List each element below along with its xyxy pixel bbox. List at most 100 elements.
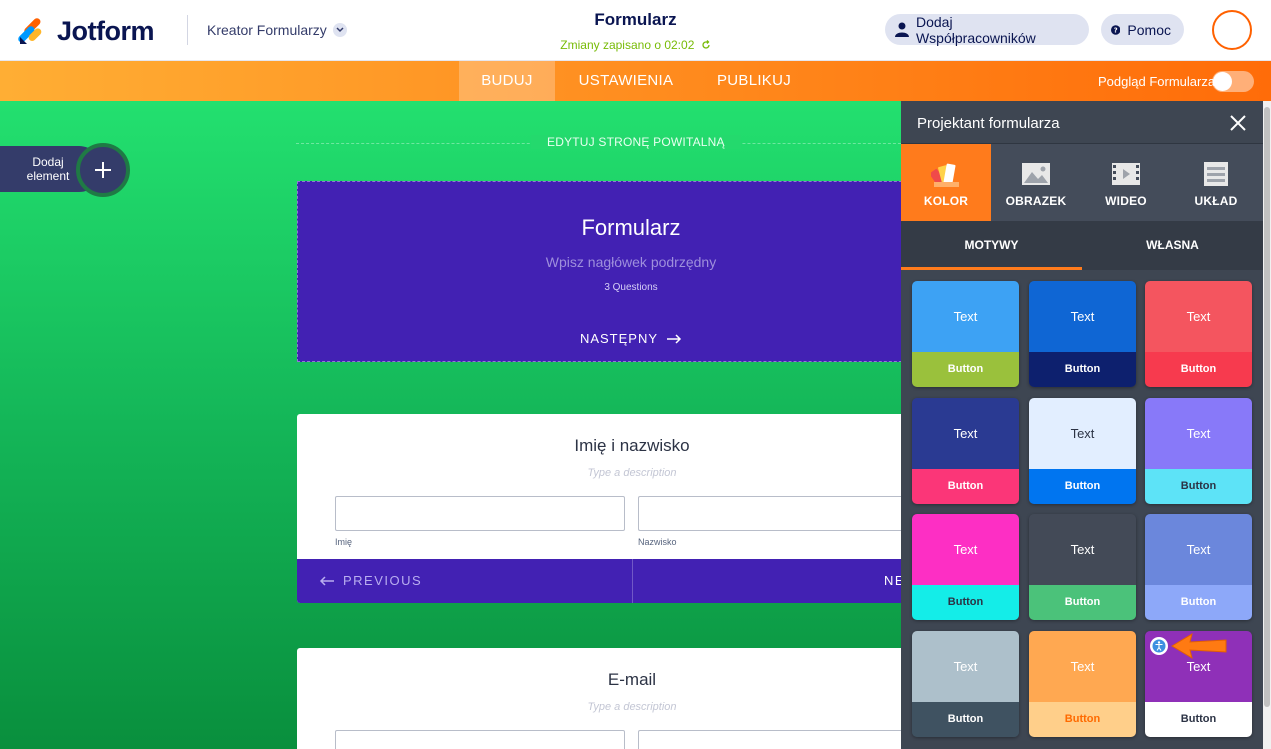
user-icon — [895, 22, 909, 37]
jotform-logo-icon — [18, 17, 46, 46]
name-question-card[interactable]: Imię i nazwisko Type a description Imię … — [297, 414, 901, 603]
welcome-title[interactable]: Formularz — [298, 215, 901, 241]
first-name-sublabel: Imię — [335, 537, 353, 547]
welcome-next-button[interactable]: NASTĘPNY — [298, 331, 901, 346]
email-input[interactable] — [335, 730, 625, 749]
close-icon[interactable] — [1228, 113, 1248, 133]
tab-publish[interactable]: PUBLIKUJ — [708, 61, 800, 101]
theme-button-preview: Button — [1145, 469, 1252, 504]
previous-button[interactable]: PREVIOUS — [319, 573, 422, 588]
builder-nav: BUDUJ USTAWIENIA PUBLIKUJ Podgląd Formul… — [0, 61, 1271, 101]
panel-header: Projektant formularza — [901, 101, 1263, 144]
theme-text-preview: Text — [1145, 514, 1252, 585]
question-title[interactable]: E-mail — [297, 670, 901, 690]
theme-text-preview: Text — [1145, 398, 1252, 469]
last-name-sublabel: Nazwisko — [638, 537, 677, 547]
question-description[interactable]: Type a description — [297, 701, 901, 713]
theme-text-preview: Text — [912, 514, 1019, 585]
header-divider — [187, 15, 188, 45]
theme-swatch[interactable]: Text Button — [1145, 281, 1252, 387]
tab-layout[interactable]: UKŁAD — [1171, 144, 1261, 221]
tab-color-label: KOLOR — [923, 194, 969, 208]
save-status-text: Zmiany zapisano o 02:02 — [560, 38, 695, 52]
welcome-card[interactable]: Formularz Wpisz nagłówek podrzędny 3 Que… — [297, 181, 901, 362]
refresh-icon — [702, 40, 710, 49]
theme-swatch[interactable]: Text Button — [912, 631, 1019, 737]
theme-swatch[interactable]: Text Button — [912, 514, 1019, 620]
card-navigation: PREVIOUS NE — [297, 559, 901, 603]
tab-color[interactable]: KOLOR — [901, 144, 991, 221]
welcome-next-label: NASTĘPNY — [579, 331, 659, 346]
form-builder-label: Kreator Formularzy — [207, 22, 327, 38]
theme-text-preview: Text — [1029, 514, 1136, 585]
theme-button-preview: Button — [1029, 352, 1136, 387]
theme-text-preview: Text — [1029, 398, 1136, 469]
jotform-logo[interactable]: Jotform — [18, 16, 155, 47]
panel-title: Projektant formularza — [917, 115, 1060, 132]
help-button[interactable]: ? Pomoc — [1101, 14, 1184, 45]
tab-settings[interactable]: USTAWIENIA — [570, 61, 682, 101]
theme-button-preview: Button — [1029, 585, 1136, 620]
question-title[interactable]: Imię i nazwisko — [297, 436, 901, 456]
question-count: 3 Questions — [604, 282, 658, 293]
theme-swatch[interactable]: Text Button — [912, 281, 1019, 387]
toggle-knob — [1213, 72, 1232, 91]
form-preview-label: Podgląd Formularza — [1098, 74, 1216, 89]
theme-button-preview: Button — [912, 585, 1019, 620]
logo-text: Jotform — [57, 16, 155, 46]
tab-build[interactable]: BUDUJ — [459, 61, 555, 101]
panel-scrollbar[interactable] — [1263, 101, 1271, 749]
theme-swatch[interactable]: Text Button — [1029, 398, 1136, 504]
top-header: Jotform Kreator Formularzy Formularz Zmi… — [0, 0, 1271, 61]
theme-swatch[interactable]: Text Button — [1029, 631, 1136, 737]
form-preview-toggle[interactable] — [1212, 71, 1254, 92]
pointer-arrow-icon — [1171, 632, 1227, 660]
add-element-button[interactable] — [76, 143, 130, 197]
theme-button-preview: Button — [1029, 469, 1136, 504]
tab-video[interactable]: WIDEO — [1081, 144, 1171, 221]
theme-button-preview: Button — [1029, 702, 1136, 737]
theme-button-preview: Button — [912, 702, 1019, 737]
welcome-subtitle[interactable]: Wpisz nagłówek podrzędny — [298, 254, 901, 270]
video-icon — [1112, 163, 1140, 185]
scrollbar-thumb[interactable] — [1264, 107, 1270, 707]
theme-text-preview: Text — [1029, 631, 1136, 702]
svg-text:?: ? — [1114, 26, 1118, 34]
nav-divider — [632, 559, 633, 603]
add-collaborators-label: Dodaj Współpracowników — [915, 13, 1036, 46]
theme-swatch[interactable]: Text Button — [1145, 398, 1252, 504]
add-element-label: Dodaj element — [26, 155, 70, 183]
last-name-input[interactable] — [638, 496, 901, 531]
email-question-card[interactable]: E-mail Type a description — [297, 648, 901, 749]
plus-icon — [95, 162, 111, 178]
form-builder-dropdown[interactable]: Kreator Formularzy — [207, 22, 347, 38]
next-button[interactable]: NE — [884, 573, 901, 588]
theme-swatch[interactable]: Text Button — [1029, 514, 1136, 620]
tab-themes[interactable]: MOTYWY — [901, 221, 1082, 270]
designer-tabs: KOLOR OBRAZEK WIDEO UKŁAD — [901, 144, 1263, 221]
tab-custom[interactable]: WŁASNA — [1082, 221, 1263, 270]
theme-swatch[interactable]: Text Button — [1145, 514, 1252, 620]
accessibility-icon — [1150, 637, 1168, 655]
palette-icon — [931, 163, 959, 187]
question-description[interactable]: Type a description — [297, 467, 901, 479]
avatar[interactable] — [1212, 10, 1252, 50]
theme-swatch[interactable]: Text Button — [912, 398, 1019, 504]
layout-icon — [1204, 162, 1228, 186]
theme-text-preview: Text — [912, 631, 1019, 702]
help-icon: ? — [1111, 24, 1121, 35]
chevron-down-icon — [332, 23, 347, 37]
theme-swatch[interactable]: Text Button — [1029, 281, 1136, 387]
theme-text-preview: Text — [912, 398, 1019, 469]
edit-welcome-page-link[interactable]: EDYTUJ STRONĘ POWITALNĄ — [531, 135, 741, 149]
theme-button-preview: Button — [912, 469, 1019, 504]
tab-video-label: WIDEO — [1105, 194, 1147, 208]
email-confirm-input[interactable] — [638, 730, 901, 749]
tab-layout-label: UKŁAD — [1194, 194, 1238, 208]
theme-text-preview: Text — [1029, 281, 1136, 352]
theme-grid: Text Button Text Button Text Button Text Button… — [901, 270, 1263, 749]
tab-image[interactable]: OBRAZEK — [991, 144, 1081, 221]
arrow-right-icon — [667, 333, 682, 344]
first-name-input[interactable] — [335, 496, 625, 531]
add-collaborators-button[interactable]: Dodaj Współpracowników — [885, 13, 1089, 46]
